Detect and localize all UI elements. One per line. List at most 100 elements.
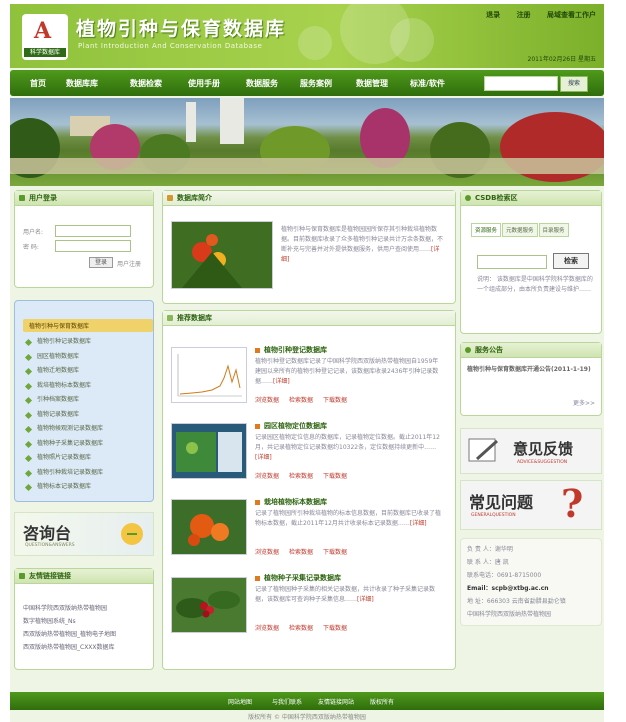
intro-box: 数据库简介 植物引种与保育数据库是植物园园所保存其引种栽培植物数据。目前数据库收… <box>162 190 456 304</box>
contact-line: 地 址：666303 云南省勐腊县勐仑镇 <box>467 598 566 605</box>
friend-link[interactable]: 数字植物园系统_Ns <box>15 615 153 628</box>
contact-line: 负 责 人：谢华明 <box>467 546 513 553</box>
faq-title: 常见问题 <box>469 493 534 512</box>
password-input[interactable] <box>55 240 131 252</box>
faq-banner[interactable]: 常见问题 GENERALQUESTION ? <box>460 480 602 530</box>
announcement-item[interactable]: 植物引种与保育数据库开通公告(2011-1-19) <box>467 365 595 375</box>
database-list-item[interactable]: 园区植物数据库 <box>23 350 153 365</box>
footer-link[interactable]: 与我们联系 <box>272 697 302 706</box>
entry-title[interactable]: 植物种子采集记录数据库 <box>255 573 341 583</box>
database-list-item[interactable]: 植物照片记录数据库 <box>23 451 153 466</box>
announcement-more-link[interactable]: 更多>> <box>573 399 595 409</box>
entry-more-link[interactable]: [详细] <box>410 520 427 527</box>
database-list-item[interactable]: 植物物候观测记录数据库 <box>23 422 153 437</box>
consult-subtitle: QUESTION&ANSWERS <box>25 543 75 548</box>
site-subtitle: Plant Introduction And Conservation Data… <box>78 42 263 50</box>
database-list-item[interactable]: 引种档案数据库 <box>23 393 153 408</box>
entry-more-link[interactable]: [详细] <box>255 454 272 461</box>
csdb-search-input[interactable] <box>477 255 547 269</box>
username-input[interactable] <box>55 225 131 237</box>
database-list-item[interactable]: 栽培植物标本数据库 <box>23 379 153 394</box>
nav-item-manage[interactable]: 数据管理 <box>356 78 388 89</box>
search-link[interactable]: 检索数据 <box>289 625 313 632</box>
nav-item-standards[interactable]: 标准/软件 <box>410 78 445 89</box>
bullet-icon <box>255 575 260 581</box>
chat-icon <box>121 523 143 545</box>
logout-link[interactable]: 退录 <box>486 11 500 19</box>
database-list-item[interactable]: 植物引种栽培记录数据库 <box>23 466 153 481</box>
site-header: A 科学数据库 植物引种与保育数据库 Plant Introduction An… <box>10 4 604 68</box>
bullet-icon <box>24 440 33 448</box>
friend-link[interactable]: 西双版纳热带植物园_植物电子地图 <box>15 628 153 641</box>
database-list-item[interactable]: 植物引种记录数据库 <box>23 335 153 350</box>
username-label: 用户名: <box>23 229 44 236</box>
footer-link[interactable]: 友情链接网站 <box>318 697 354 706</box>
browse-link[interactable]: 浏览数据 <box>255 549 279 556</box>
browse-link[interactable]: 浏览数据 <box>255 625 279 632</box>
friend-link[interactable]: 西双版纳热带植物园_CXXX数据库 <box>15 641 153 654</box>
nav-search-button[interactable]: 搜索 <box>560 76 588 92</box>
entry-title[interactable]: 植物引种登记数据库 <box>255 345 327 355</box>
tab-resource[interactable]: 资源服务 <box>471 223 502 237</box>
footer-link[interactable]: 网站地图 <box>228 697 252 706</box>
csdb-tabs: 资源服务 元数据服务 目录服务 <box>471 223 570 237</box>
search-link[interactable]: 检索数据 <box>289 397 313 404</box>
database-list-item[interactable]: 植物种子采集记录数据库 <box>23 437 153 452</box>
nav-search-input[interactable] <box>484 76 558 91</box>
register-link[interactable]: 注册 <box>517 11 531 19</box>
top-links: 退录 注册 局域查看工作户 <box>472 10 596 20</box>
logo-mark: A <box>34 18 52 44</box>
nav-item-cases[interactable]: 服务案例 <box>300 78 332 89</box>
bullet-icon <box>24 353 33 361</box>
csdb-search-button[interactable]: 检索 <box>553 253 589 269</box>
entry-flower-image <box>171 499 247 555</box>
browse-link[interactable]: 浏览数据 <box>255 473 279 480</box>
tab-catalog[interactable]: 目录服务 <box>538 223 569 237</box>
database-list-item[interactable]: 植物标本记录数据库 <box>23 480 153 495</box>
download-link[interactable]: 下载数据 <box>323 473 347 480</box>
entry-more-link[interactable]: [详细] <box>357 596 374 603</box>
download-link[interactable]: 下载数据 <box>323 397 347 404</box>
user-register-link[interactable]: 用户注册 <box>117 259 141 268</box>
download-link[interactable]: 下载数据 <box>323 625 347 632</box>
nav-item-services[interactable]: 数据服务 <box>246 78 278 89</box>
bullet-icon <box>24 382 33 390</box>
feedback-subtitle: ADVICE&SUGGESTION <box>517 460 568 465</box>
browse-link[interactable]: 浏览数据 <box>255 397 279 404</box>
nav-item-search[interactable]: 数据检索 <box>130 78 162 89</box>
nav-item-manual[interactable]: 使用手册 <box>188 78 220 89</box>
search-link[interactable]: 检索数据 <box>289 473 313 480</box>
contact-box: 负 责 人：谢华明 联 系 人：唐 凯 联系电话：0691-8715000 Em… <box>460 538 602 626</box>
pencil-icon <box>468 438 499 462</box>
nav-item-home[interactable]: 首页 <box>30 78 46 89</box>
announcement-box: 服务公告 植物引种与保育数据库开通公告(2011-1-19) 更多>> <box>460 342 602 416</box>
login-button[interactable]: 登录 <box>89 257 113 268</box>
view-link[interactable]: 局域查看工作户 <box>547 11 596 19</box>
entry-title[interactable]: 栽培植物标本数据库 <box>255 497 327 507</box>
nav-item-databases[interactable]: 数据库库 <box>66 78 98 89</box>
feedback-banner[interactable]: 意见反馈 ADVICE&SUGGESTION <box>460 428 602 474</box>
footer-link[interactable]: 版权所有 <box>370 697 394 706</box>
database-list-item[interactable]: 植物迁地数据库 <box>23 364 153 379</box>
contact-line: 中国科学院西双版纳热带植物园 <box>467 611 552 618</box>
contact-line: Email：scpb@xtbg.ac.cn <box>467 585 549 592</box>
bullet-icon <box>255 499 260 505</box>
bullet-icon <box>24 396 33 405</box>
banner-image <box>10 98 604 186</box>
consult-banner[interactable]: 咨询台 QUESTION&ANSWERS <box>14 512 154 556</box>
login-title: 用户登录 <box>15 191 153 206</box>
tab-metadata[interactable]: 元数据服务 <box>502 223 538 237</box>
friend-link[interactable]: 中国科学院西双版纳热带植物园 <box>15 602 153 615</box>
database-list-box: 植物引种与保育数据库 植物引种记录数据库 园区植物数据库 植物迁地数据库 栽培植… <box>14 300 154 502</box>
site-title: 植物引种与保育数据库 <box>76 18 287 40</box>
download-link[interactable]: 下载数据 <box>323 549 347 556</box>
site-logo[interactable]: A 科学数据库 <box>22 14 68 60</box>
database-list-item[interactable]: 植物记录数据库 <box>23 408 153 423</box>
search-link[interactable]: 检索数据 <box>289 549 313 556</box>
entry-title[interactable]: 园区植物定位数据库 <box>255 421 327 431</box>
entry-berry-image <box>171 577 247 633</box>
user-icon <box>19 195 25 201</box>
entry-text: 记录了植物园种子采集的相关记录数据，共计收录了种子采集记录数据，该数据库可查询种… <box>255 586 436 603</box>
bullet-icon <box>24 483 33 492</box>
entry-more-link[interactable]: [详细] <box>273 378 290 385</box>
